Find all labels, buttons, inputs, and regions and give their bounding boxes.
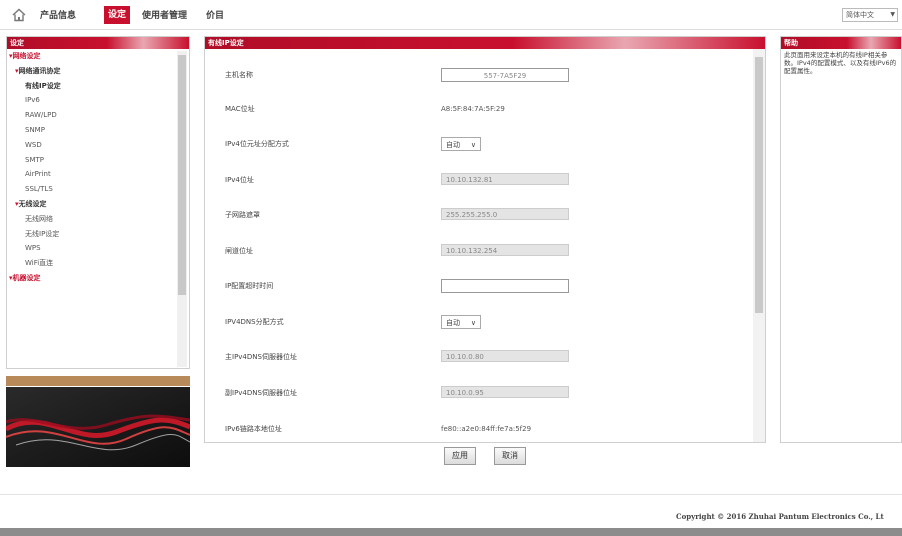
sidebar-scroll-thumb[interactable] <box>178 55 186 295</box>
main-panel-title: 有线IP设定 <box>205 37 765 49</box>
sidebar-item-label: 网络通讯协定 <box>18 66 61 75</box>
sidebar-item-label: SSL/TLS <box>25 185 53 194</box>
language-label: 简体中文 <box>846 11 874 19</box>
field-label: IPv4位址 <box>225 176 254 184</box>
main-scroll-thumb[interactable] <box>755 57 763 313</box>
text-input[interactable] <box>441 279 569 293</box>
chevron-down-icon: ∨ <box>470 319 476 327</box>
apply-button[interactable]: 应用 <box>444 447 476 465</box>
sidebar-item-label: 无线设定 <box>18 199 47 208</box>
sidebar-item[interactable]: WiFi直连 <box>7 256 177 271</box>
sidebar-item[interactable]: WPS <box>7 241 177 256</box>
field-label: 子网路遮罩 <box>225 211 260 219</box>
sidebar-item[interactable]: ▾无线设定 <box>7 197 177 212</box>
field-value: fe80::a2e0:84ff:fe7a:5f29 <box>441 425 532 433</box>
top-navigation: 产品信息 设定 使用者管理 价目 简体中文 ▼ <box>0 0 902 30</box>
field-label: IPv6链路本地位址 <box>225 425 282 433</box>
readonly-field: 10.10.132.81 <box>441 173 569 185</box>
sidebar-item-label: WSD <box>25 140 42 149</box>
field-label: MAC位址 <box>225 105 255 113</box>
readonly-field: 10.10.0.80 <box>441 350 569 362</box>
copyright-text: Copyright © 2016 Zhuhai Pantum Electroni… <box>676 512 884 521</box>
sidebar-item-label: WPS <box>25 244 41 253</box>
dropdown-value: 自动 <box>446 141 460 149</box>
main-scrollbar[interactable] <box>753 49 765 442</box>
dropdown-value: 自动 <box>446 319 460 327</box>
sidebar-item[interactable]: IPv6 <box>7 93 177 108</box>
sidebar-item-label: 无线网络 <box>25 214 53 223</box>
dropdown-select[interactable]: 自动 ∨ <box>441 137 481 151</box>
readonly-field: 10.10.0.95 <box>441 386 569 398</box>
field-label: IP配置超时时间 <box>225 282 274 290</box>
sidebar-item-label: WiFi直连 <box>25 259 54 268</box>
sidebar-item[interactable]: ▾机器设定 <box>7 271 177 286</box>
sidebar-title: 设定 <box>7 37 189 49</box>
sidebar-item[interactable]: SSL/TLS <box>7 182 177 197</box>
sidebar-item[interactable]: ▾网络设定 <box>7 49 177 64</box>
sidebar: 设定 ▾网络设定 ▾网络通讯协定有线IP设定 IPv6 RAW/LPD SNMP WSD S… <box>6 36 190 369</box>
sidebar-item-label: 机器设定 <box>12 273 41 282</box>
field-label: 主IPv4DNS伺服器位址 <box>225 353 297 361</box>
readonly-field: 10.10.132.254 <box>441 244 569 256</box>
sidebar-item[interactable]: SNMP <box>7 123 177 138</box>
field-label: 闸道位址 <box>225 247 253 255</box>
sidebar-item-label: IPv6 <box>25 96 40 105</box>
sidebar-item-label: RAW/LPD <box>25 111 57 120</box>
cancel-button[interactable]: 取消 <box>494 447 526 465</box>
sidebar-item-label: SNMP <box>25 125 45 134</box>
sidebar-item[interactable]: 无线IP设定 <box>7 227 177 242</box>
sidebar-menu: ▾网络设定 ▾网络通讯协定有线IP设定 IPv6 RAW/LPD SNMP WSD SMTP… <box>7 49 177 286</box>
nav-settings[interactable]: 设定 <box>104 6 131 24</box>
help-panel: 帮助 此页面用来设定本机的有线IP相关参数。IPv4的配置模式、以及有线IPv6… <box>780 36 902 443</box>
help-text: 此页面用来设定本机的有线IP相关参数。IPv4的配置模式、以及有线IPv6的配置… <box>784 51 897 75</box>
sidebar-item-label: 有线IP设定 <box>25 81 61 90</box>
decorative-banner-image <box>6 387 190 467</box>
sidebar-item-label: AirPrint <box>25 170 51 179</box>
chevron-down-icon: ∨ <box>470 141 476 149</box>
sidebar-item[interactable]: RAW/LPD <box>7 108 177 123</box>
sidebar-scrollbar[interactable] <box>177 51 187 367</box>
readonly-field: 255.255.255.0 <box>441 208 569 220</box>
sidebar-item[interactable]: SMTP <box>7 153 177 168</box>
help-title: 帮助 <box>781 37 901 49</box>
language-select[interactable]: 简体中文 ▼ <box>842 8 898 22</box>
field-value: A8:5F:84:7A:5F:29 <box>441 105 505 113</box>
sidebar-item[interactable]: ▾网络通讯协定 <box>7 64 177 79</box>
field-label: IPv4位元址分配方式 <box>225 140 289 148</box>
sidebar-item-label: SMTP <box>25 155 44 164</box>
sidebar-item-label: 网络设定 <box>12 52 41 60</box>
footer-divider <box>0 494 902 495</box>
chevron-down-icon: ▼ <box>890 11 895 18</box>
sidebar-item[interactable]: 无线网络 <box>7 212 177 227</box>
main-panel: 有线IP设定 主机名称 557-7A5F29 MAC位址 A8:5F:84:7A:5F… <box>204 36 766 443</box>
sidebar-item[interactable]: AirPrint <box>7 167 177 182</box>
nav-price[interactable]: 价目 <box>206 9 224 23</box>
nav-product-info[interactable]: 产品信息 <box>40 9 76 23</box>
bottom-bar <box>0 528 902 536</box>
field-label: IPV4DNS分配方式 <box>225 318 284 326</box>
sidebar-item-label: 无线IP设定 <box>25 229 60 238</box>
sidebar-item[interactable]: 有线IP设定 <box>7 79 177 94</box>
home-icon[interactable] <box>12 8 26 22</box>
text-input[interactable]: 557-7A5F29 <box>441 68 569 82</box>
sidebar-decorative-band <box>6 376 190 386</box>
nav-user-management[interactable]: 使用者管理 <box>142 9 187 23</box>
field-label: 主机名称 <box>225 71 253 79</box>
sidebar-item[interactable]: WSD <box>7 138 177 153</box>
field-label: 副IPv4DNS伺服器位址 <box>225 389 297 397</box>
dropdown-select[interactable]: 自动 ∨ <box>441 315 481 329</box>
